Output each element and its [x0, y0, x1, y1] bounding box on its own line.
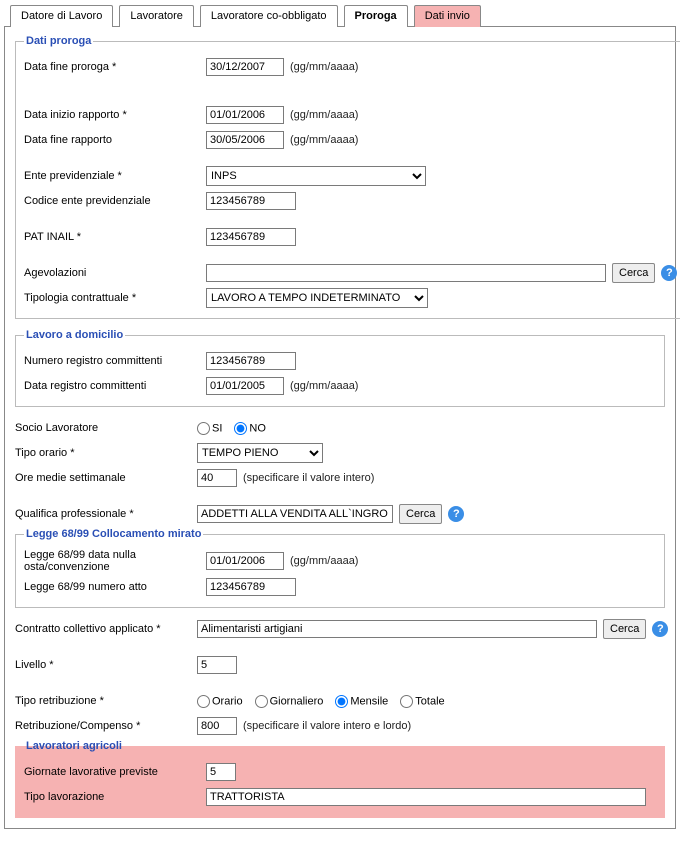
tabs-bar: Datore di Lavoro Lavoratore Lavoratore c… — [4, 4, 676, 26]
retribuzione-orario-label: Orario — [212, 695, 243, 707]
label-legge68-data: Legge 68/99 data nulla osta/convenzione — [24, 549, 206, 573]
label-qualifica: Qualifica professionale * — [15, 508, 197, 520]
agevolazioni-field[interactable] — [206, 264, 606, 282]
pat-inail-field[interactable] — [206, 228, 296, 246]
data-registro-field[interactable] — [206, 377, 284, 395]
hint-int-spec: (specificare il valore intero) — [243, 472, 374, 484]
retribuzione-giornaliero-radio[interactable] — [255, 695, 268, 708]
label-livello: Livello * — [15, 659, 197, 671]
label-pat-inail: PAT INAIL * — [24, 231, 206, 243]
label-ore-medie: Ore medie settimanale — [15, 472, 197, 484]
label-data-fine-rapporto: Data fine rapporto — [24, 134, 206, 146]
qualifica-search-button[interactable]: Cerca — [399, 504, 442, 524]
qualifica-field[interactable] — [197, 505, 393, 523]
ore-medie-field[interactable] — [197, 469, 237, 487]
label-data-registro: Data registro committenti — [24, 380, 206, 392]
tab-datore-di-lavoro[interactable]: Datore di Lavoro — [10, 5, 113, 27]
tab-lavoratore-co-obbligato[interactable]: Lavoratore co-obbligato — [200, 5, 338, 27]
legend-legge68: Legge 68/99 Collocamento mirato — [24, 528, 203, 540]
retribuzione-totale-label: Totale — [415, 695, 444, 707]
socio-si-label: SI — [212, 422, 222, 434]
legend-lavoro-domicilio: Lavoro a domicilio — [24, 329, 125, 341]
label-legge68-numero: Legge 68/99 numero atto — [24, 581, 206, 593]
help-icon[interactable]: ? — [448, 506, 464, 522]
label-tipologia-contrattuale: Tipologia contrattuale * — [24, 292, 206, 304]
legge68-numero-field[interactable] — [206, 578, 296, 596]
retribuzione-totale-radio[interactable] — [400, 695, 413, 708]
tab-lavoratore[interactable]: Lavoratore — [119, 5, 194, 27]
tab-proroga[interactable]: Proroga — [344, 5, 408, 27]
label-retribuzione-compenso: Retribuzione/Compenso * — [15, 720, 197, 732]
hint-date-format: (gg/mm/aaaa) — [290, 109, 358, 121]
retribuzione-mensile-label: Mensile — [350, 695, 388, 707]
retribuzione-giornaliero-label: Giornaliero — [270, 695, 324, 707]
contratto-collettivo-search-button[interactable]: Cerca — [603, 619, 646, 639]
socio-lavoratore-radio-group: SI NO — [197, 422, 665, 435]
data-inizio-rapporto-field[interactable] — [206, 106, 284, 124]
tab-dati-invio[interactable]: Dati invio — [414, 5, 481, 27]
help-icon[interactable]: ? — [661, 265, 677, 281]
fieldset-lavoratori-agricoli: Lavoratori agricoli Giornate lavorative … — [15, 740, 665, 818]
label-data-inizio-rapporto: Data inizio rapporto * — [24, 109, 206, 121]
ente-previdenziale-select[interactable]: INPS — [206, 166, 426, 186]
data-fine-rapporto-field[interactable] — [206, 131, 284, 149]
retribuzione-mensile-radio[interactable] — [335, 695, 348, 708]
numero-registro-field[interactable] — [206, 352, 296, 370]
label-agevolazioni: Agevolazioni — [24, 267, 206, 279]
hint-int-lordo: (specificare il valore intero e lordo) — [243, 720, 411, 732]
legend-dati-proroga: Dati proroga — [24, 35, 93, 47]
fieldset-dati-proroga: Dati proroga Data fine proroga * (gg/mm/… — [15, 35, 680, 319]
livello-field[interactable] — [197, 656, 237, 674]
socio-no-label: NO — [249, 422, 266, 434]
legend-lavoratori-agricoli: Lavoratori agricoli — [24, 740, 124, 752]
fieldset-legge68: Legge 68/99 Collocamento mirato Legge 68… — [15, 528, 665, 608]
legge68-data-field[interactable] — [206, 552, 284, 570]
help-icon[interactable]: ? — [652, 621, 668, 637]
codice-ente-field[interactable] — [206, 192, 296, 210]
tab-panel-proroga: Dati proroga Data fine proroga * (gg/mm/… — [4, 26, 676, 829]
hint-date-format: (gg/mm/aaaa) — [290, 134, 358, 146]
agevolazioni-search-button[interactable]: Cerca — [612, 263, 655, 283]
tipo-retribuzione-radio-group: Orario Giornaliero Mensile Totale — [197, 695, 665, 708]
label-ente-previdenziale: Ente previdenziale * — [24, 170, 206, 182]
label-numero-registro: Numero registro committenti — [24, 355, 206, 367]
label-socio-lavoratore: Socio Lavoratore — [15, 422, 197, 434]
hint-date-format: (gg/mm/aaaa) — [290, 555, 358, 567]
giornate-previste-field[interactable] — [206, 763, 236, 781]
retribuzione-orario-radio[interactable] — [197, 695, 210, 708]
retribuzione-compenso-field[interactable] — [197, 717, 237, 735]
label-tipo-lavorazione: Tipo lavorazione — [24, 791, 206, 803]
label-tipo-orario: Tipo orario * — [15, 447, 197, 459]
tipo-lavorazione-field[interactable] — [206, 788, 646, 806]
label-tipo-retribuzione: Tipo retribuzione * — [15, 695, 197, 707]
tipo-orario-select[interactable]: TEMPO PIENO — [197, 443, 323, 463]
label-contratto-collettivo: Contratto collettivo applicato * — [15, 623, 197, 635]
contratto-collettivo-field[interactable] — [197, 620, 597, 638]
hint-date-format: (gg/mm/aaaa) — [290, 380, 358, 392]
fieldset-lavoro-domicilio: Lavoro a domicilio Numero registro commi… — [15, 329, 665, 407]
label-giornate-previste: Giornate lavorative previste — [24, 766, 206, 778]
label-data-fine-proroga: Data fine proroga * — [24, 61, 206, 73]
hint-date-format: (gg/mm/aaaa) — [290, 61, 358, 73]
label-codice-ente: Codice ente previdenziale — [24, 195, 206, 207]
data-fine-proroga-field[interactable] — [206, 58, 284, 76]
tipologia-contrattuale-select[interactable]: LAVORO A TEMPO INDETERMINATO — [206, 288, 428, 308]
socio-si-radio[interactable] — [197, 422, 210, 435]
socio-no-radio[interactable] — [234, 422, 247, 435]
